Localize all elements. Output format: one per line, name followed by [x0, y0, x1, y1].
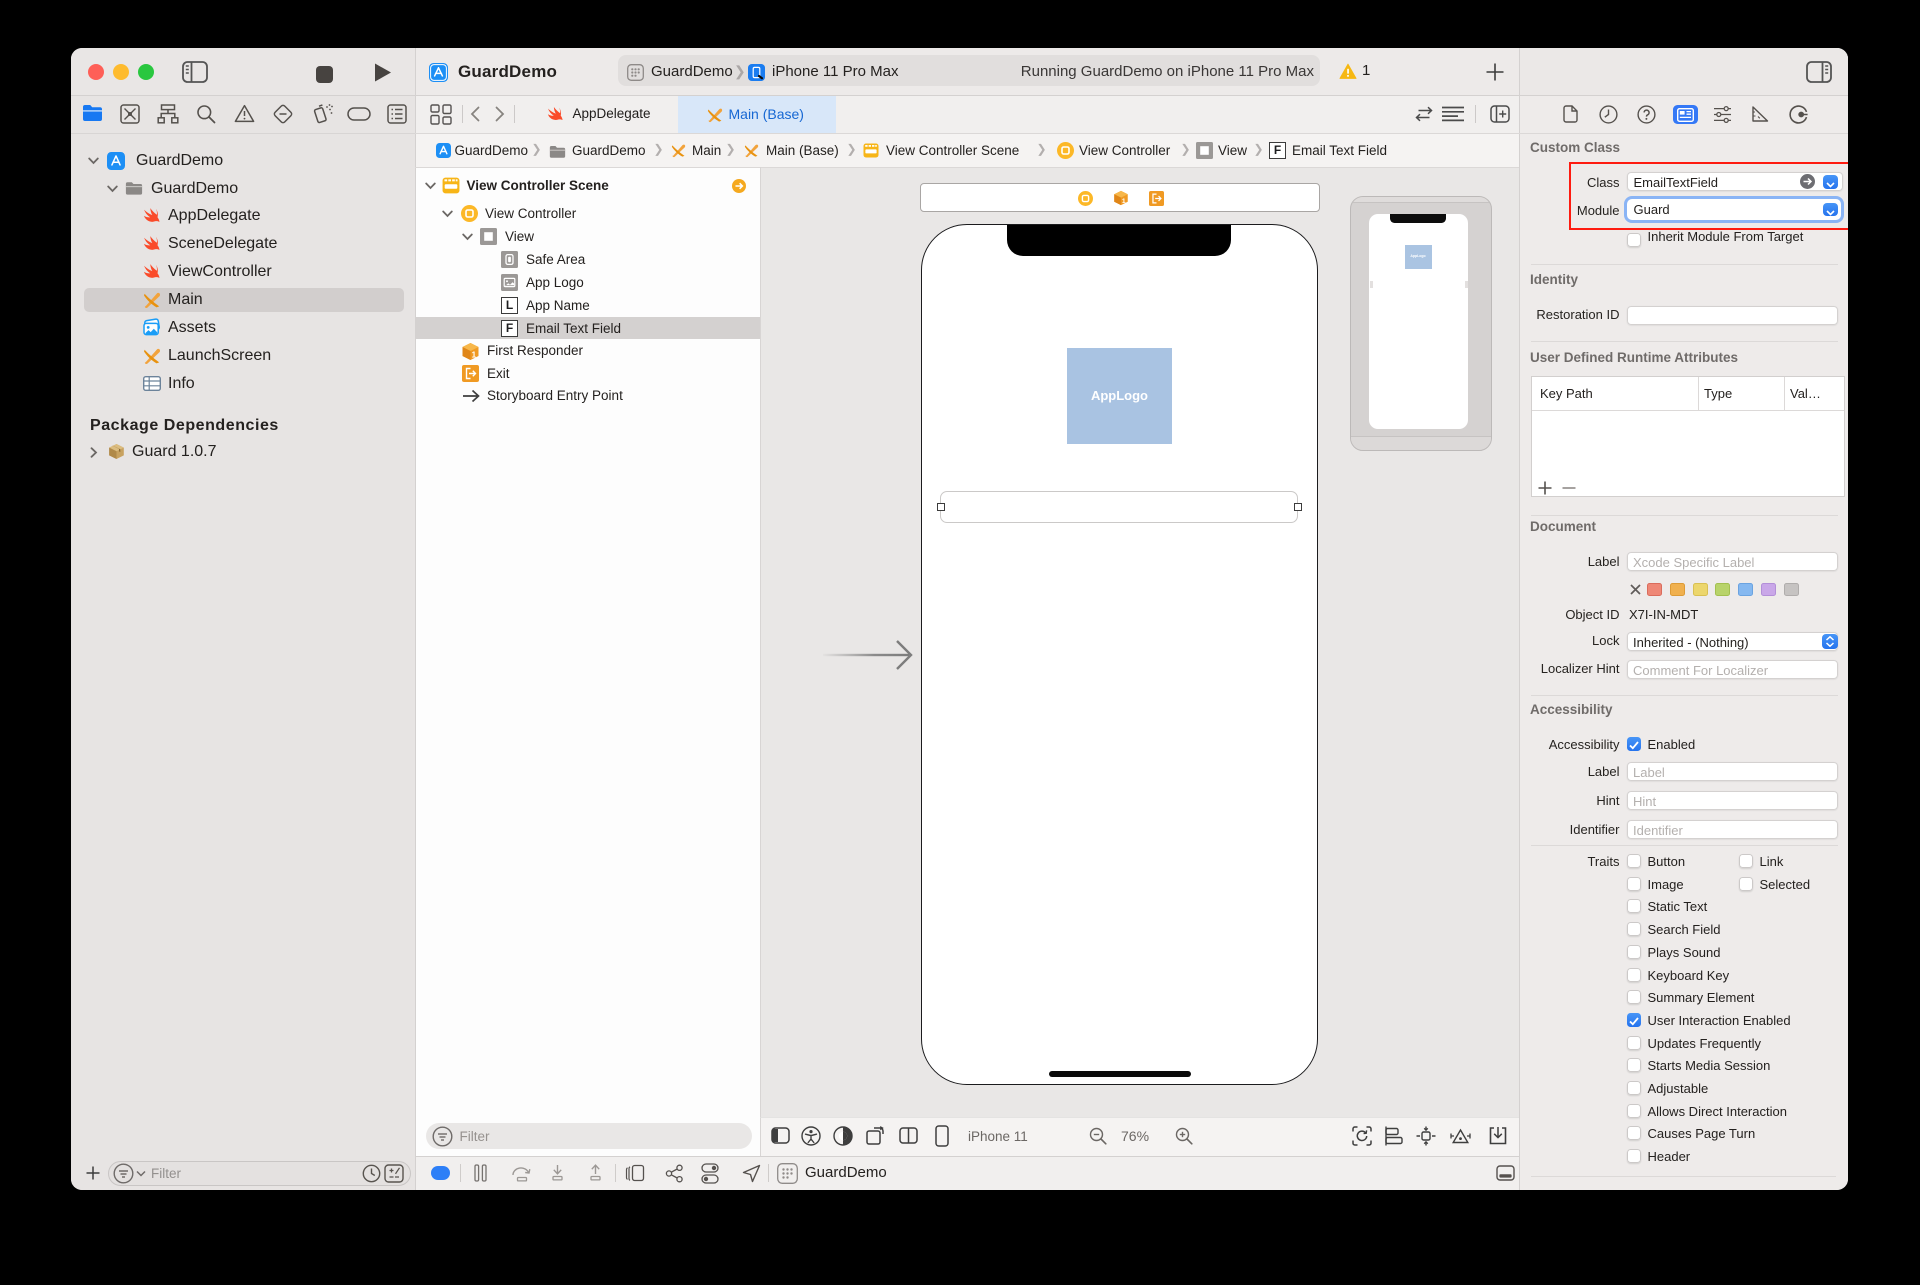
svg-text:1: 1	[472, 350, 477, 359]
svg-text:1: 1	[1122, 198, 1126, 205]
